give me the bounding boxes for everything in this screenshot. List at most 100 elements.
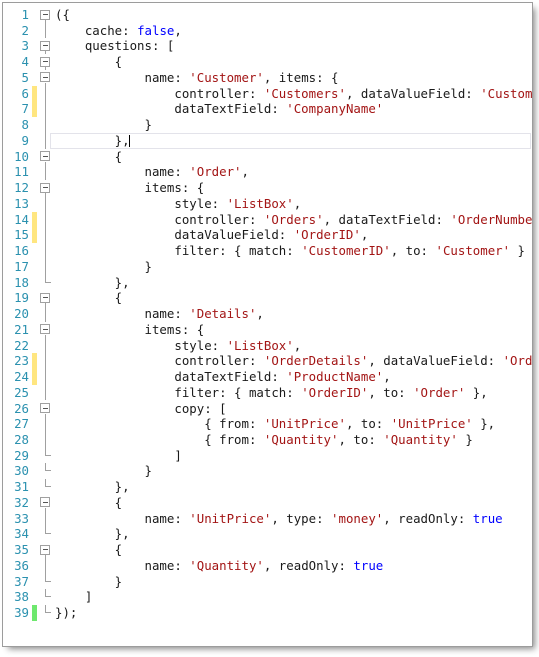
code-line[interactable]: 9 }, bbox=[3, 132, 532, 149]
collapse-minus-icon[interactable] bbox=[40, 292, 50, 303]
code-line-text[interactable]: { bbox=[55, 149, 122, 165]
code-line-text[interactable]: controller: 'OrderDetails', dataValueFie… bbox=[55, 353, 532, 369]
code-line[interactable]: 11 name: 'Order', bbox=[3, 164, 532, 181]
fold-column[interactable] bbox=[39, 573, 53, 590]
fold-column[interactable] bbox=[39, 195, 53, 212]
code-line[interactable]: 16 filter: { match: 'CustomerID', to: 'C… bbox=[3, 243, 532, 259]
code-line-text[interactable]: name: 'Order', bbox=[55, 164, 249, 180]
code-line-text[interactable]: }, bbox=[55, 133, 130, 149]
code-line[interactable]: 3 questions: [ bbox=[3, 38, 532, 55]
code-line-text[interactable]: { bbox=[55, 542, 122, 558]
code-line[interactable]: 2 cache: false, bbox=[3, 22, 532, 39]
code-line[interactable]: 37 } bbox=[3, 573, 532, 590]
fold-column[interactable] bbox=[39, 149, 53, 165]
collapse-minus-icon[interactable] bbox=[40, 324, 50, 335]
code-line[interactable]: 4 { bbox=[3, 54, 532, 70]
collapse-minus-icon[interactable] bbox=[40, 72, 50, 83]
fold-column[interactable] bbox=[39, 447, 53, 464]
fold-column[interactable] bbox=[39, 605, 53, 621]
code-line[interactable]: 32 { bbox=[3, 495, 532, 511]
code-line-text[interactable]: name: 'Details', bbox=[55, 306, 264, 322]
fold-column[interactable] bbox=[39, 479, 53, 495]
code-line[interactable]: 38 ] bbox=[3, 589, 532, 605]
code-line[interactable]: 5 name: 'Customer', items: { bbox=[3, 70, 532, 86]
code-line[interactable]: 33 name: 'UnitPrice', type: 'money', rea… bbox=[3, 510, 532, 527]
fold-column[interactable] bbox=[39, 306, 53, 322]
collapse-minus-icon[interactable] bbox=[40, 403, 50, 413]
code-line-text[interactable]: dataTextField: 'ProductName', bbox=[55, 369, 390, 385]
code-line[interactable]: 14 controller: 'Orders', dataTextField: … bbox=[3, 211, 532, 228]
code-line-text[interactable]: ] bbox=[55, 589, 92, 605]
fold-column[interactable] bbox=[39, 258, 53, 275]
fold-column[interactable] bbox=[39, 557, 53, 574]
code-line[interactable]: 20 name: 'Details', bbox=[3, 306, 532, 322]
collapse-minus-icon[interactable] bbox=[40, 182, 50, 193]
code-line[interactable]: 25 filter: { match: 'OrderID', to: 'Orde… bbox=[3, 384, 532, 401]
code-line[interactable]: 34 }, bbox=[3, 526, 532, 542]
code-line-text[interactable]: } bbox=[55, 463, 152, 479]
code-line-text[interactable]: filter: { match: 'CustomerID', to: 'Cust… bbox=[55, 243, 525, 259]
fold-column[interactable] bbox=[39, 243, 53, 259]
collapse-minus-icon[interactable] bbox=[40, 497, 50, 508]
code-line[interactable]: 19 { bbox=[3, 290, 532, 307]
code-line-text[interactable]: controller: 'Customers', dataValueField:… bbox=[55, 86, 532, 102]
fold-column[interactable] bbox=[39, 495, 53, 511]
fold-column[interactable] bbox=[39, 85, 53, 102]
code-line-text[interactable]: }, bbox=[55, 526, 130, 542]
fold-column[interactable] bbox=[39, 22, 53, 39]
fold-column[interactable] bbox=[39, 416, 53, 432]
fold-column[interactable] bbox=[39, 542, 53, 558]
collapse-minus-icon[interactable] bbox=[40, 9, 50, 20]
fold-column[interactable] bbox=[39, 227, 53, 244]
code-line-text[interactable]: cache: false, bbox=[55, 23, 182, 39]
code-line-text[interactable]: name: 'UnitPrice', type: 'money', readOn… bbox=[55, 511, 503, 527]
fold-column[interactable] bbox=[39, 164, 53, 181]
code-line[interactable]: 28 { from: 'Quantity', to: 'Quantity' } bbox=[3, 431, 532, 448]
code-line-text[interactable]: style: 'ListBox', bbox=[55, 338, 301, 354]
fold-column[interactable] bbox=[39, 384, 53, 401]
code-line-text[interactable]: } bbox=[55, 117, 152, 133]
fold-column[interactable] bbox=[39, 353, 53, 369]
code-line-text[interactable]: copy: [ bbox=[55, 401, 226, 417]
code-line[interactable]: 36 name: 'Quantity', readOnly: true bbox=[3, 557, 532, 574]
fold-column[interactable] bbox=[39, 431, 53, 448]
code-line-text[interactable]: { from: 'Quantity', to: 'Quantity' } bbox=[55, 432, 473, 448]
fold-column[interactable] bbox=[39, 132, 53, 149]
code-line[interactable]: 23 controller: 'OrderDetails', dataValue… bbox=[3, 353, 532, 369]
collapse-minus-icon[interactable] bbox=[40, 56, 50, 67]
fold-column[interactable] bbox=[39, 510, 53, 527]
fold-column[interactable] bbox=[39, 180, 53, 196]
fold-column[interactable] bbox=[39, 369, 53, 385]
code-line[interactable]: 1 ({ bbox=[3, 7, 532, 23]
code-line[interactable]: 13 style: 'ListBox', bbox=[3, 195, 532, 212]
code-editor-surface[interactable]: 1({2 cache: false, 3 questions: [4 {5 nam… bbox=[3, 3, 532, 646]
code-line-text[interactable]: name: 'Quantity', readOnly: true bbox=[55, 558, 384, 574]
code-line-text[interactable]: } bbox=[55, 259, 152, 275]
fold-column[interactable] bbox=[39, 337, 53, 354]
code-line-text[interactable]: items: { bbox=[55, 180, 205, 196]
fold-column[interactable] bbox=[39, 322, 53, 338]
code-line-text[interactable]: items: { bbox=[55, 322, 205, 338]
code-line-text[interactable]: filter: { match: 'OrderID', to: 'Order' … bbox=[55, 385, 487, 401]
fold-column[interactable] bbox=[39, 70, 53, 86]
code-line[interactable]: 24 dataTextField: 'ProductName', bbox=[3, 369, 532, 385]
code-line-text[interactable]: { bbox=[55, 495, 122, 511]
code-line-text[interactable]: questions: [ bbox=[55, 38, 175, 54]
fold-column[interactable] bbox=[39, 54, 53, 70]
code-line-text[interactable]: dataValueField: 'OrderID', bbox=[55, 227, 368, 243]
code-line-text[interactable]: ] bbox=[55, 448, 181, 464]
fold-column[interactable] bbox=[39, 589, 53, 605]
code-line[interactable]: 29 ] bbox=[3, 447, 532, 464]
code-line[interactable]: 21 items: { bbox=[3, 322, 532, 338]
fold-column[interactable] bbox=[39, 290, 53, 307]
code-line[interactable]: 6 controller: 'Customers', dataValueFiel… bbox=[3, 85, 532, 102]
code-line[interactable]: 31 }, bbox=[3, 479, 532, 495]
code-line-text[interactable]: }, bbox=[55, 275, 130, 291]
code-line[interactable]: 10 { bbox=[3, 149, 532, 165]
code-line-text[interactable]: dataTextField: 'CompanyName' bbox=[55, 101, 383, 117]
code-line[interactable]: 17 } bbox=[3, 258, 532, 275]
code-line-text[interactable]: { bbox=[55, 290, 122, 306]
code-line-text[interactable]: }, bbox=[55, 479, 130, 495]
code-line-text[interactable]: { bbox=[55, 54, 122, 70]
code-line[interactable]: 22 style: 'ListBox', bbox=[3, 337, 532, 354]
